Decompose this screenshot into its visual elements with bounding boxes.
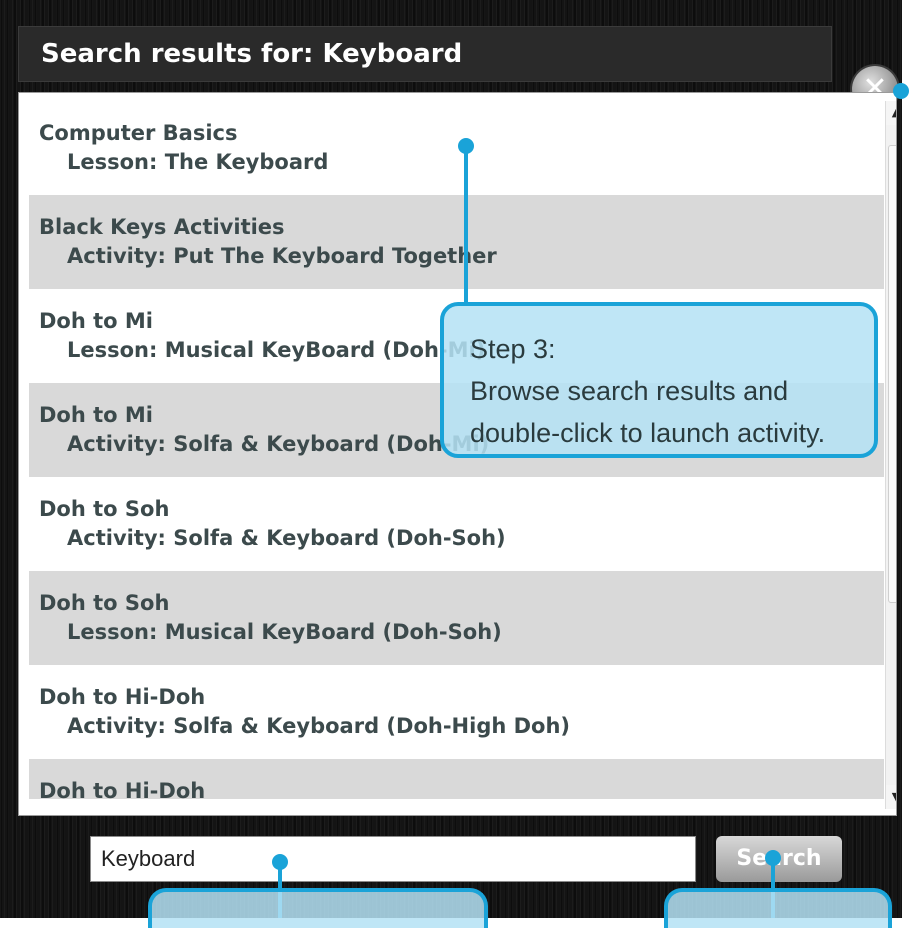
step3-line1: Browse search results and	[470, 376, 789, 406]
scroll-down-icon[interactable]: ▼	[886, 785, 896, 809]
result-item[interactable]: Black Keys Activities Activity: Put The …	[29, 195, 884, 289]
step-callout-partial-left	[148, 888, 488, 928]
result-item[interactable]: Doh to Soh Activity: Solfa & Keyboard (D…	[29, 477, 884, 571]
result-title: Doh to Hi-Doh	[39, 685, 206, 709]
search-input[interactable]	[90, 836, 696, 882]
scroll-thumb[interactable]	[888, 145, 896, 603]
result-item[interactable]: Doh to Hi-Doh Activity: Solfa & Keyboard…	[29, 665, 884, 759]
result-subtitle: Lesson: Musical KeyBoard (Doh-Soh)	[67, 620, 502, 644]
result-title: Doh to Soh	[39, 497, 170, 521]
result-subtitle: Activity: Solfa & Keyboard (Doh-High Doh…	[67, 714, 571, 738]
result-item[interactable]: Doh to Soh Lesson: Musical KeyBoard (Doh…	[29, 571, 884, 665]
step3-line2: double-click to launch activity.	[470, 418, 826, 448]
annotation-line-results	[464, 150, 468, 304]
step3-callout: Step 3: Browse search results and double…	[440, 302, 878, 458]
result-title: Doh to Hi-Doh	[39, 779, 206, 803]
dialog-title: Search results for: Keyboard	[41, 39, 463, 69]
scroll-up-icon[interactable]: ▲	[886, 101, 896, 125]
annotation-dot-close	[893, 83, 909, 99]
result-title: Black Keys Activities	[39, 215, 285, 239]
result-subtitle: Activity: Solfa & Keyboard (Doh-Soh)	[67, 526, 506, 550]
result-item[interactable]: Computer Basics Lesson: The Keyboard	[29, 101, 884, 195]
result-subtitle: Activity: Put The Keyboard Together	[67, 244, 497, 268]
results-scrollbar[interactable]: ▲ ▼	[885, 101, 896, 809]
result-item[interactable]: Doh to Hi-Doh	[29, 759, 884, 803]
step-callout-partial-right	[664, 888, 892, 928]
title-bar: Search results for: Keyboard	[18, 26, 832, 82]
search-dialog: Search results for: Keyboard ✕ Computer …	[0, 0, 902, 918]
result-title: Doh to Soh	[39, 591, 170, 615]
step3-title: Step 3:	[470, 334, 556, 364]
